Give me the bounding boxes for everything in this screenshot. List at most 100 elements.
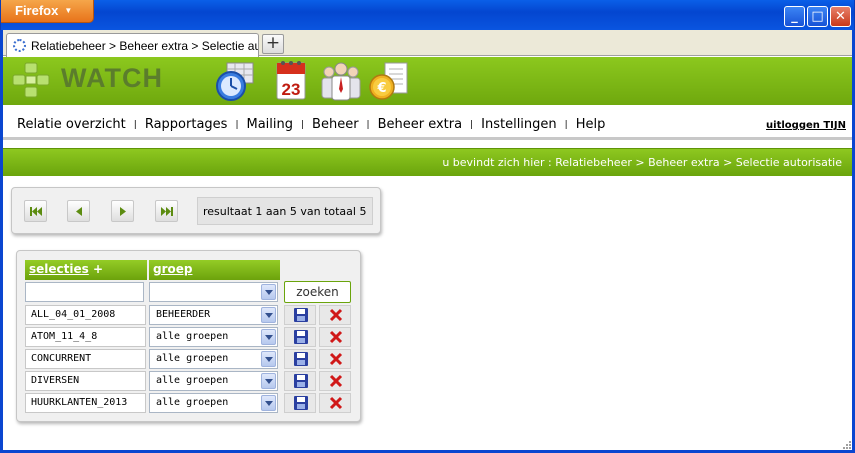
tab-strip: Relatiebeheer > Beheer extra > Selectie … — [3, 30, 852, 57]
groep-value: alle groepen — [156, 397, 229, 408]
sort-groep-link[interactable]: groep — [153, 262, 192, 276]
euro-invoice-icon[interactable]: € — [367, 59, 411, 103]
save-icon[interactable] — [294, 330, 308, 344]
groep-value: alle groepen — [156, 353, 229, 364]
save-cell — [284, 305, 316, 325]
nav-item-instellingen[interactable]: Instellingen — [481, 117, 557, 132]
groep-value: BEHEERDER — [156, 309, 211, 320]
tab-title: Relatiebeheer > Beheer extra > Selectie … — [31, 39, 259, 53]
maximize-button[interactable]: □ — [807, 6, 828, 27]
first-page-icon — [30, 207, 42, 216]
save-icon[interactable] — [294, 374, 308, 388]
window-titlebar: Firefox ▼ _ □ ✕ — [0, 0, 855, 30]
loading-icon — [13, 39, 26, 52]
nav-item-mailing[interactable]: Mailing — [246, 117, 293, 132]
selectie-cell: CONCURRENT — [25, 349, 146, 369]
nav-list: Relatie overzicht | Rapportages | Mailing | Be… — [17, 117, 605, 132]
selectie-filter-input[interactable] — [25, 282, 144, 302]
watch-logo-icon — [12, 62, 50, 98]
nav-separator: | — [133, 120, 137, 130]
previous-page-icon — [76, 207, 82, 216]
groep-value: alle groepen — [156, 375, 229, 386]
minimize-button[interactable]: _ — [784, 6, 805, 27]
delete-cell — [319, 305, 351, 325]
close-button[interactable]: ✕ — [830, 6, 851, 27]
groep-select[interactable]: alle groepen — [149, 393, 278, 413]
nav-separator: | — [301, 120, 305, 130]
groep-select[interactable]: alle groepen — [149, 349, 278, 369]
nav-separator: | — [366, 120, 370, 130]
main-nav: Relatie overzicht | Rapportages | Mailing | Be… — [3, 108, 852, 140]
delete-icon[interactable] — [329, 374, 343, 388]
chevron-down-icon — [261, 329, 276, 345]
save-cell — [284, 371, 316, 391]
save-cell — [284, 327, 316, 347]
chevron-down-icon — [261, 307, 276, 323]
people-icon[interactable] — [319, 59, 363, 103]
previous-page-button[interactable] — [67, 200, 90, 222]
delete-cell — [319, 393, 351, 413]
nav-item-beheer-extra[interactable]: Beheer extra — [378, 117, 463, 132]
save-icon[interactable] — [294, 352, 308, 366]
add-selectie-button[interactable]: + — [93, 262, 103, 276]
browser-tab[interactable]: Relatiebeheer > Beheer extra > Selectie … — [6, 33, 259, 57]
groep-select[interactable]: alle groepen — [149, 327, 278, 347]
calendar-day: 23 — [282, 80, 301, 99]
pager-panel: resultaat 1 aan 5 van totaal 5 — [11, 187, 381, 234]
selectie-cell: DIVERSEN — [25, 371, 146, 391]
selectie-cell: ATOM_11_4_8 — [25, 327, 146, 347]
delete-icon[interactable] — [329, 352, 343, 366]
firefox-menu-button[interactable]: Firefox ▼ — [1, 0, 94, 23]
delete-cell — [319, 371, 351, 391]
next-page-button[interactable] — [111, 200, 134, 222]
delete-icon[interactable] — [329, 330, 343, 344]
save-icon[interactable] — [294, 308, 308, 322]
next-page-icon — [120, 207, 126, 216]
last-page-button[interactable] — [155, 200, 178, 222]
app-header: WATCH 23 € — [3, 57, 852, 105]
logout-link[interactable]: uitloggen TIJN — [766, 120, 846, 131]
nav-item-help[interactable]: Help — [576, 117, 606, 132]
nav-item-relatie-overzicht[interactable]: Relatie overzicht — [17, 117, 126, 132]
groep-value: alle groepen — [156, 331, 229, 342]
svg-text:€: € — [376, 81, 386, 96]
nav-separator: | — [564, 120, 568, 130]
delete-icon[interactable] — [329, 396, 343, 410]
column-header-groep: groep — [149, 260, 280, 280]
sort-selecties-link[interactable]: selecties — [29, 262, 89, 276]
selection-table-panel: selecties + groep zoeken ALL_04_01_2008 … — [16, 250, 361, 422]
breadcrumb: u bevindt zich hier : Relatiebeheer > Be… — [442, 156, 842, 169]
search-button[interactable]: zoeken — [284, 281, 351, 303]
pager-status: resultaat 1 aan 5 van totaal 5 — [197, 197, 373, 225]
last-page-icon — [161, 207, 173, 216]
clock-icon[interactable] — [213, 59, 257, 103]
selectie-cell: HUURKLANTEN_2013 — [25, 393, 146, 413]
calendar-icon[interactable]: 23 — [269, 59, 313, 103]
groep-filter-select[interactable] — [149, 282, 278, 302]
groep-select[interactable]: alle groepen — [149, 371, 278, 391]
delete-cell — [319, 327, 351, 347]
groep-select[interactable]: BEHEERDER — [149, 305, 278, 325]
nav-separator: | — [470, 120, 474, 130]
save-icon[interactable] — [294, 396, 308, 410]
chevron-down-icon — [261, 373, 276, 389]
firefox-menu-label: Firefox — [15, 3, 59, 18]
delete-icon[interactable] — [329, 308, 343, 322]
chevron-down-icon — [261, 395, 276, 411]
chevron-down-icon — [261, 284, 276, 300]
breadcrumb-bar: u bevindt zich hier : Relatiebeheer > Be… — [3, 148, 852, 176]
delete-cell — [319, 349, 351, 369]
first-page-button[interactable] — [24, 200, 47, 222]
save-cell — [284, 393, 316, 413]
resize-grip-icon[interactable] — [841, 439, 851, 449]
column-header-selecties: selecties + — [25, 260, 147, 280]
new-tab-button[interactable]: + — [262, 34, 284, 54]
nav-item-rapportages[interactable]: Rapportages — [145, 117, 228, 132]
nav-separator: | — [235, 120, 239, 130]
save-cell — [284, 349, 316, 369]
chevron-down-icon — [261, 351, 276, 367]
app-logo-text: WATCH — [61, 63, 163, 93]
selectie-cell: ALL_04_01_2008 — [25, 305, 146, 325]
nav-item-beheer[interactable]: Beheer — [312, 117, 359, 132]
chevron-down-icon: ▼ — [64, 6, 73, 15]
